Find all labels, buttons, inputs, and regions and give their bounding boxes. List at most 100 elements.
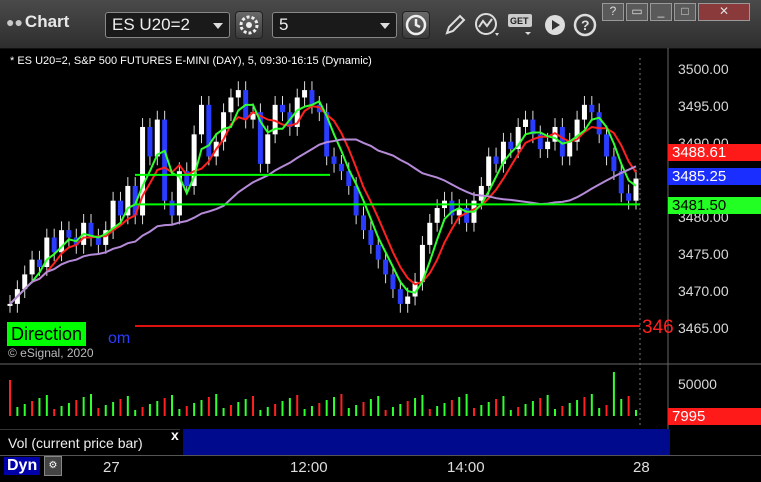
restore-icon: ? (609, 4, 617, 18)
candle-up (110, 200, 116, 231)
ma-green-line (9, 99, 637, 305)
svg-text:GET: GET (510, 16, 529, 26)
minimize-button[interactable]: _ (650, 3, 672, 21)
direction-suffix: om (108, 330, 131, 347)
window-title: ●● Chart (6, 12, 69, 32)
symbol-input[interactable]: ES U20=2 (105, 12, 230, 38)
minimize-icon: _ (657, 4, 665, 18)
maximize-button[interactable]: □ (674, 3, 696, 21)
dynamic-button[interactable]: Dyn (4, 457, 41, 475)
candle-up (265, 134, 271, 164)
get-icon: GET (508, 14, 532, 35)
volume-current-label: 7995 (668, 408, 761, 425)
ma-purple-line (9, 138, 637, 305)
candle-up (427, 222, 433, 245)
gear-icon (239, 15, 259, 35)
candle-down (589, 104, 595, 113)
chart-header: * ES U20=2, S&P 500 FUTURES E-MINI (DAY)… (10, 55, 372, 67)
candle-up (7, 303, 13, 306)
restore-button[interactable]: ? (602, 3, 624, 21)
volume-bars (9, 372, 637, 416)
candle-down (36, 259, 42, 268)
candle-down (508, 141, 514, 150)
candles-group (7, 81, 639, 313)
candle-up (235, 90, 241, 98)
candle-up (567, 141, 573, 157)
pin-icon: ▭ (631, 4, 643, 18)
candle-down (493, 156, 499, 164)
price-tick: 3475.00 (678, 246, 729, 262)
candle-down (604, 134, 610, 157)
dynamic-settings-icon[interactable]: ⚙ (44, 456, 62, 476)
candle-down (338, 163, 344, 172)
candle-up (29, 259, 35, 275)
pencil-icon (445, 14, 466, 35)
candle-up (523, 119, 529, 127)
play-icon (545, 15, 565, 35)
support-level-label: 346 (642, 317, 674, 338)
pin-button[interactable]: ▭ (626, 3, 648, 21)
candle-down (51, 237, 57, 253)
maximize-icon: □ (681, 4, 689, 18)
candle-down (147, 126, 153, 157)
price-chart[interactable] (0, 48, 761, 455)
volume-close-icon[interactable]: x (171, 427, 179, 443)
volume-axis-tick: 50000 (678, 376, 717, 392)
time-tick: 14:00 (447, 459, 485, 476)
candle-down (383, 259, 389, 275)
volume-legend: Vol (current price bar) (0, 429, 180, 455)
ma-green-price-label: 3481.50 (668, 197, 761, 214)
price-tick: 3470.00 (678, 283, 729, 299)
settings-button[interactable] (235, 11, 263, 39)
interval-value: 5 (279, 15, 289, 34)
candle-down (375, 244, 381, 260)
candle-up (198, 104, 204, 135)
clock-icon (405, 14, 427, 36)
help-icon: ? (573, 13, 597, 37)
get-button[interactable]: GET (507, 13, 537, 39)
candle-down (626, 193, 632, 201)
candle-down (397, 289, 403, 304)
help-button[interactable]: ? (572, 12, 598, 38)
candle-down (169, 200, 175, 216)
time-tick: 12:00 (290, 459, 328, 476)
window-title-text: Chart (24, 12, 70, 31)
candle-down (390, 274, 396, 290)
candle-down (368, 230, 374, 245)
symbol-dropdown-icon[interactable] (213, 23, 223, 29)
candle-down (611, 156, 617, 172)
candle-up (478, 185, 484, 201)
candle-down (361, 215, 367, 231)
play-button[interactable] (542, 12, 568, 38)
close-button[interactable]: ✕ (698, 3, 750, 21)
price-tick: 3500.00 (678, 61, 729, 77)
interval-input[interactable]: 5 (272, 12, 397, 38)
ma-red-price-label: 3488.61 (668, 144, 761, 161)
candle-down (66, 230, 72, 238)
draw-tool-button[interactable] (442, 12, 468, 38)
candle-down (309, 90, 315, 105)
candle-up (581, 104, 587, 120)
direction-label: Direction (7, 322, 87, 346)
studies-button[interactable] (473, 11, 503, 39)
time-tick: 27 (103, 459, 120, 476)
close-icon: ✕ (718, 4, 730, 18)
price-tick: 3495.00 (678, 98, 729, 114)
candle-down (95, 237, 101, 245)
study-chart-icon (475, 13, 499, 36)
candle-down (117, 200, 123, 216)
last-price-label: 3485.25 (668, 168, 761, 185)
candle-up (545, 141, 551, 150)
copyright: © eSignal, 2020 (8, 346, 94, 360)
svg-text:?: ? (581, 17, 590, 33)
time-button[interactable] (402, 11, 430, 39)
candle-up (434, 208, 440, 223)
candle-down (331, 156, 337, 164)
symbol-value: ES U20=2 (112, 15, 190, 34)
candle-down (162, 119, 168, 201)
candle-up (302, 90, 308, 98)
candle-up (405, 296, 411, 304)
candle-up (633, 178, 639, 201)
interval-dropdown-icon[interactable] (380, 23, 390, 29)
link-dots-icon[interactable]: ●● (6, 14, 23, 30)
